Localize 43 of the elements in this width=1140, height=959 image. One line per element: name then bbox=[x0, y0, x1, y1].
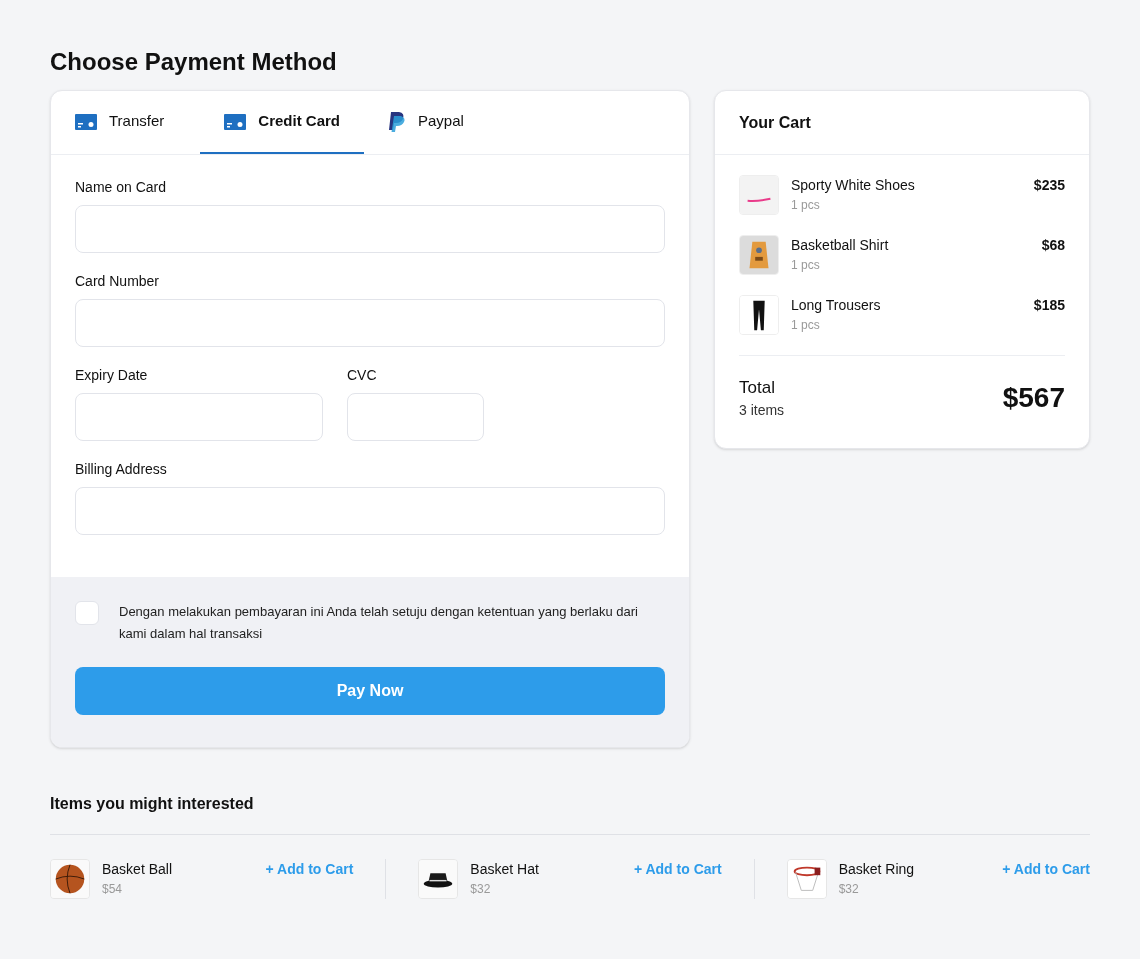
item-price: $185 bbox=[1033, 296, 1065, 315]
total-label: Total bbox=[739, 377, 776, 399]
field-label: Name on Card bbox=[75, 178, 168, 197]
product-name: Basket Hat bbox=[470, 860, 540, 879]
input-field[interactable] bbox=[75, 299, 665, 347]
product-price: $32 bbox=[838, 881, 860, 898]
agreement-checkbox[interactable] bbox=[75, 601, 99, 625]
item-count: 3 items bbox=[739, 401, 785, 420]
item-price: $68 bbox=[1041, 236, 1065, 255]
field-label: CVC bbox=[347, 366, 378, 385]
agreement-text: Dengan melakukan pembayaran ini Anda telah setuju dengan ketentuan yang berlaku dari kami dalam hal transaksi bbox=[119, 603, 639, 643]
item-quantity: 1 pcs bbox=[791, 257, 821, 274]
item-name: Long Trousers bbox=[791, 296, 882, 315]
section-title: Items you might interested bbox=[50, 794, 255, 814]
cart-title: Your Cart bbox=[739, 112, 811, 133]
add-to-cart-link[interactable]: + Add to Cart bbox=[1002, 859, 1090, 879]
product-price: $54 bbox=[102, 881, 124, 898]
item-name: Basketball Shirt bbox=[791, 236, 890, 255]
input-field[interactable] bbox=[75, 205, 665, 253]
input-field[interactable] bbox=[75, 487, 665, 535]
payment-tab[interactable]: Credit Card bbox=[200, 91, 364, 154]
card-icon bbox=[75, 113, 97, 130]
input-field[interactable] bbox=[75, 393, 323, 441]
item-quantity: 1 pcs bbox=[791, 317, 821, 334]
item-price: $235 bbox=[1033, 176, 1065, 195]
field-label: Billing Address bbox=[75, 460, 168, 479]
payment-tab[interactable]: Paypal bbox=[388, 91, 476, 154]
product-name: Basket Ball bbox=[102, 860, 174, 879]
page-title: Choose Payment Method bbox=[50, 47, 338, 77]
payment-tab[interactable]: Transfer bbox=[75, 91, 177, 154]
pay-now-button[interactable]: Pay Now bbox=[75, 667, 665, 715]
total-amount: $567 bbox=[1002, 381, 1065, 415]
input-field[interactable] bbox=[347, 393, 484, 441]
field-label: Card Number bbox=[75, 272, 161, 291]
item-quantity: 1 pcs bbox=[791, 197, 821, 214]
add-to-cart-link[interactable]: + Add to Cart bbox=[633, 859, 722, 879]
product-name: Basket Ring bbox=[838, 860, 916, 879]
item-name: Sporty White Shoes bbox=[791, 176, 916, 195]
card-icon bbox=[224, 113, 247, 130]
field-label: Expiry Date bbox=[75, 366, 149, 385]
paypal-icon bbox=[388, 111, 406, 132]
add-to-cart-link[interactable]: + Add to Cart bbox=[265, 859, 354, 879]
product-price: $32 bbox=[470, 881, 492, 898]
